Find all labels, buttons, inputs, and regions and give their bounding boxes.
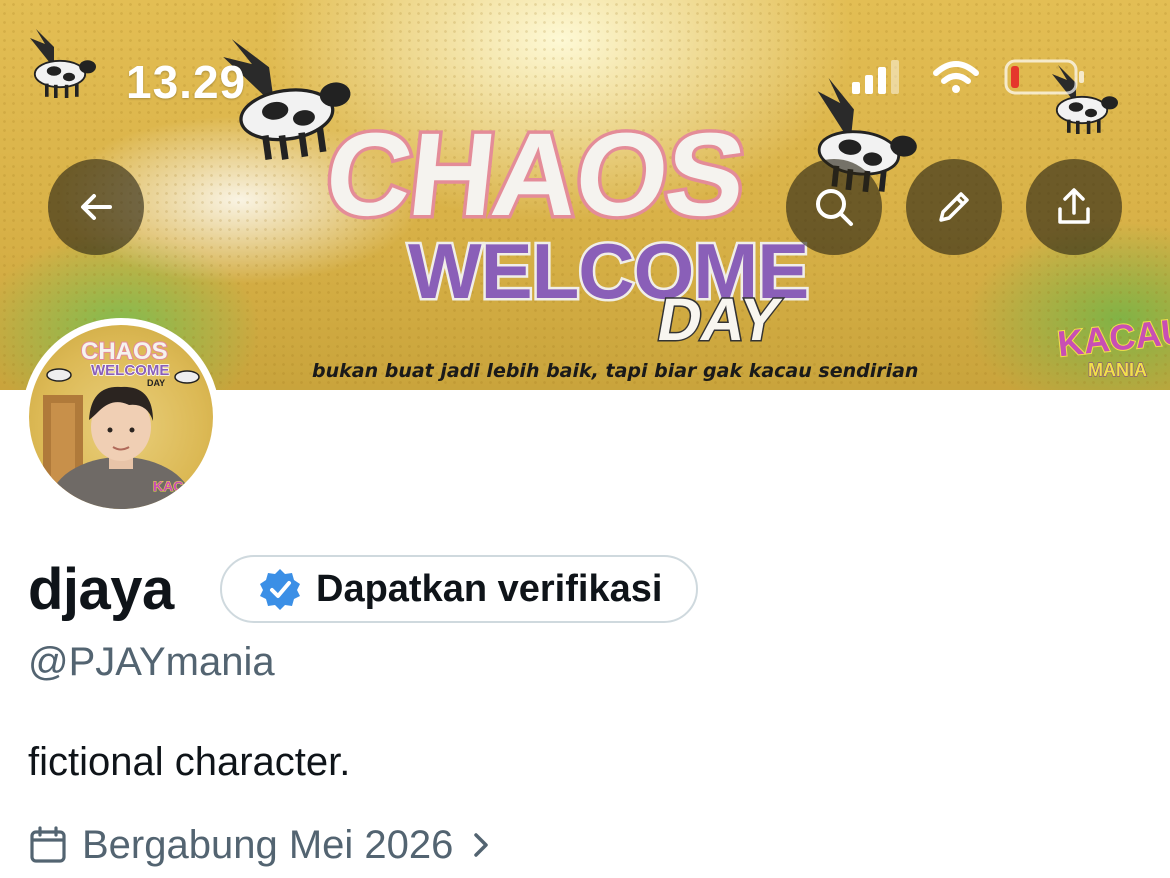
wifi-icon <box>933 61 979 93</box>
avatar-image: CHAOS WELCOME DAY KACAU <box>29 325 213 509</box>
get-verified-label: Dapatkan verifikasi <box>316 567 663 610</box>
banner-tagline: bukan buat jadi lebih baik, tapi biar ga… <box>312 360 918 382</box>
status-icons <box>852 59 1084 95</box>
avatar-title-day: DAY <box>147 378 165 388</box>
cellular-signal-icon <box>852 60 899 94</box>
edit-button[interactable] <box>906 159 1002 255</box>
verified-badge-icon <box>260 569 300 610</box>
search-icon <box>816 189 853 226</box>
back-button[interactable] <box>48 159 144 255</box>
avatar-artwork: CHAOS WELCOME DAY KACAU <box>43 337 204 509</box>
share-button[interactable] <box>1026 159 1122 255</box>
banner-title-day: DAY <box>653 285 786 352</box>
battery-low-icon <box>1004 59 1084 95</box>
search-button[interactable] <box>786 159 882 255</box>
status-time: 13.29 <box>126 56 247 108</box>
avatar-title-welcome: WELCOME <box>91 362 169 379</box>
profile-bio: fictional character. <box>28 740 351 784</box>
share-icon <box>1058 188 1090 224</box>
get-verified-button[interactable]: Dapatkan verifikasi <box>220 555 699 623</box>
pencil-icon <box>939 192 969 222</box>
arrow-left-icon <box>81 194 112 220</box>
profile-avatar[interactable]: CHAOS WELCOME DAY KACAU <box>22 318 220 516</box>
display-name: djaya <box>28 557 174 622</box>
username-handle: @PJAYmania <box>28 640 275 684</box>
calendar-icon <box>30 826 66 863</box>
banner-title-chaos: CHAOS <box>320 109 750 241</box>
chevron-right-icon <box>474 833 489 857</box>
join-date-label: Bergabung Mei 2026 <box>82 822 454 867</box>
avatar-logo: KACAU <box>153 478 204 494</box>
avatar-title-chaos: CHAOS <box>81 338 168 365</box>
banner-logo-mania: MANIA <box>1088 360 1147 380</box>
join-date-link[interactable]: Bergabung Mei 2026 <box>28 820 495 870</box>
banner-logo-kacau: KACAU <box>1056 310 1170 364</box>
